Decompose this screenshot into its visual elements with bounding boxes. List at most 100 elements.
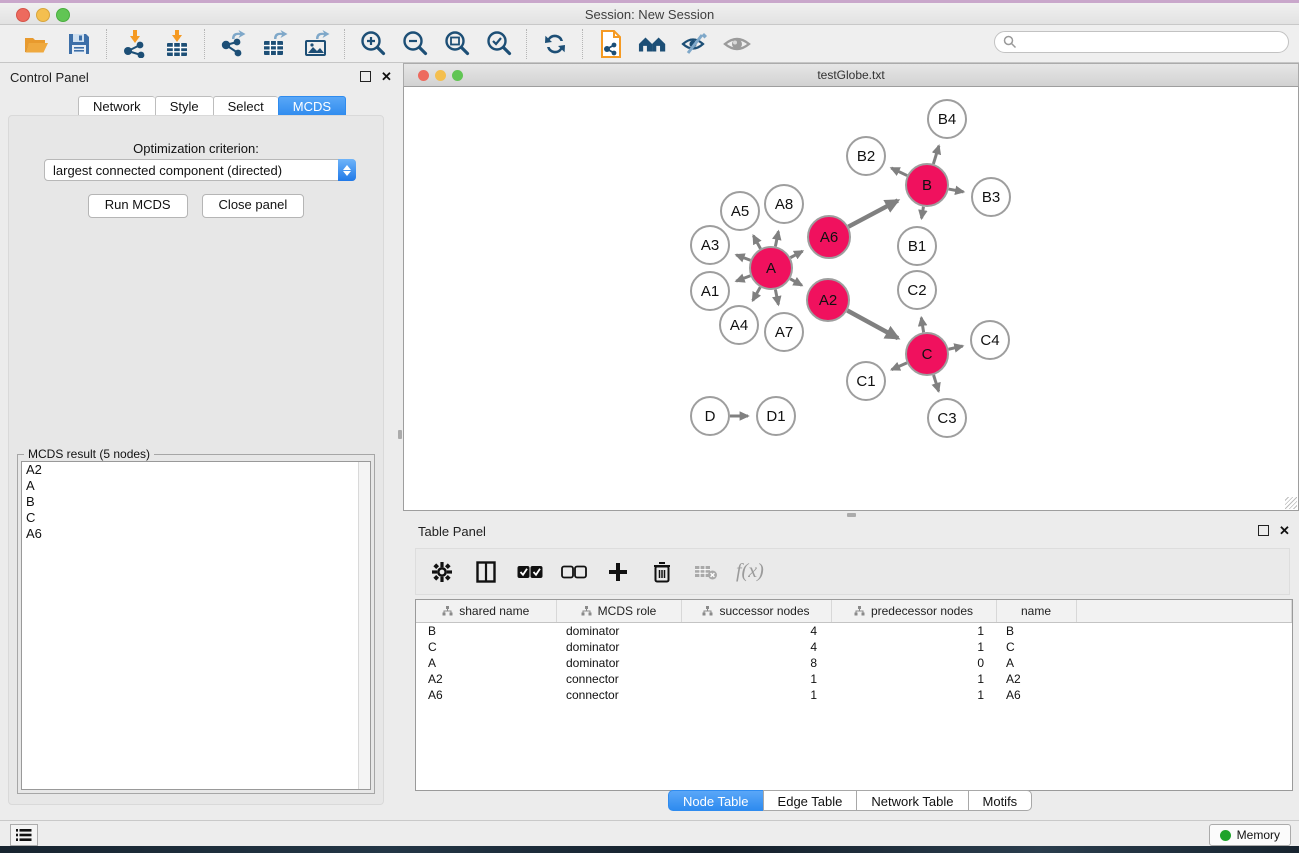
close-panel-icon[interactable]: ✕ [381,72,392,82]
import-table-icon[interactable] [162,29,192,59]
col-mcds-role[interactable]: MCDS role [556,600,681,623]
tab-select[interactable]: Select [213,96,278,117]
col-filler [1076,600,1292,623]
float-table-panel-icon[interactable] [1258,525,1269,536]
hierarchy-icon [854,606,865,616]
graph-node-label: A1 [701,283,719,300]
graph-edge[interactable] [775,231,778,246]
col-predecessor-nodes[interactable]: predecessor nodes [831,600,996,623]
add-column-icon[interactable] [604,558,632,586]
graph-edge[interactable] [847,311,898,339]
zoom-in-icon[interactable] [358,29,388,59]
app-titlebar: Session: New Session [0,3,1299,25]
close-panel-button[interactable]: Close panel [202,194,305,218]
show-grid-icon[interactable] [638,29,668,59]
graph-edge[interactable] [753,236,760,249]
col-successor-nodes[interactable]: successor nodes [681,600,831,623]
tab-network[interactable]: Network [78,96,155,117]
node-table[interactable]: shared name MCDS role successor nodes pr… [415,599,1293,791]
export-image-icon[interactable] [302,29,332,59]
tab-edge-table[interactable]: Edge Table [763,790,857,811]
run-mcds-button[interactable]: Run MCDS [88,194,188,218]
cytoscape-app: Session: New Session [0,0,1299,853]
table-row[interactable]: Cdominator41C [416,639,1292,655]
graph-node-label: C [922,346,933,363]
col-shared-name[interactable]: shared name [416,600,556,623]
table-row[interactable]: Bdominator41B [416,623,1292,640]
tab-network-table[interactable]: Network Table [856,790,967,811]
mcds-result-item[interactable]: A [22,478,370,494]
zoom-fit-icon[interactable] [442,29,472,59]
function-builder-icon[interactable]: f(x) [736,560,764,583]
mcds-panel: Optimization criterion: largest connecte… [8,115,384,805]
graph-node-label: B3 [982,189,1000,206]
show-columns-icon[interactable] [472,558,500,586]
graph-edge[interactable] [949,189,964,192]
tab-style[interactable]: Style [155,96,213,117]
mcds-result-item[interactable]: A2 [22,462,370,478]
table-mode-gear-icon[interactable] [428,558,456,586]
export-network-icon[interactable] [218,29,248,59]
mcds-result-list[interactable]: A2ABCA6 [21,461,371,790]
graph-edge[interactable] [922,207,924,219]
graph-edge[interactable] [753,287,761,300]
graph-edge[interactable] [848,200,897,226]
float-panel-icon[interactable] [360,71,371,82]
tab-motifs[interactable]: Motifs [968,790,1033,811]
new-network-from-selection-icon[interactable] [596,29,626,59]
graph-edge[interactable] [948,346,962,349]
search-input[interactable] [1017,34,1271,50]
network-canvas[interactable]: AA1A2A3A4A5A6A7A8BB1B2B3B4CC1C2C3C4DD1 [403,87,1299,511]
graph-edge[interactable] [736,255,750,260]
criterion-dropdown[interactable]: largest connected component (directed) [44,159,356,181]
delete-table-icon[interactable] [692,558,720,586]
list-icon [16,828,32,842]
hide-selected-icon[interactable] [680,29,710,59]
graph-edge[interactable] [775,290,778,305]
show-all-icon[interactable] [722,29,752,59]
graph-edge[interactable] [934,375,939,391]
table-header-row[interactable]: shared name MCDS role successor nodes pr… [416,600,1292,623]
resize-grip-icon[interactable] [1285,497,1297,509]
graph-edge[interactable] [736,276,750,281]
mcds-result-item[interactable]: A6 [22,526,370,542]
mcds-result-item[interactable]: B [22,494,370,510]
open-folder-icon[interactable] [22,29,52,59]
memory-button[interactable]: Memory [1209,824,1291,846]
zoom-selected-icon[interactable] [484,29,514,59]
save-icon[interactable] [64,29,94,59]
select-all-icon[interactable] [516,558,544,586]
col-name[interactable]: name [996,600,1076,623]
close-table-panel-icon[interactable]: ✕ [1279,526,1290,536]
tab-mcds[interactable]: MCDS [278,96,346,117]
delete-columns-icon[interactable] [648,558,676,586]
graph-edge[interactable] [933,146,938,164]
graph-edge[interactable] [921,318,923,333]
refresh-icon[interactable] [540,29,570,59]
zoom-out-icon[interactable] [400,29,430,59]
graph-edge[interactable] [790,279,802,286]
graph-node-label: A6 [820,229,838,246]
table-row[interactable]: A6connector11A6 [416,687,1292,703]
show-log-button[interactable] [10,824,38,846]
import-network-icon[interactable] [120,29,150,59]
dropdown-stepper-icon [338,159,356,181]
horizontal-splitter-handle[interactable] [847,513,856,517]
table-row[interactable]: A2connector11A2 [416,671,1292,687]
memory-status-icon [1220,830,1231,841]
tab-node-table[interactable]: Node Table [668,790,763,811]
status-bar: Memory [0,820,1299,847]
table-toolbar: f(x) [415,548,1290,595]
vertical-splitter-handle[interactable] [398,430,402,439]
deselect-all-icon[interactable] [560,558,588,586]
graph-edge[interactable] [892,363,907,370]
list-scrollbar[interactable] [358,462,370,789]
export-table-icon[interactable] [260,29,290,59]
graph-edge[interactable] [790,251,802,257]
network-window-titlebar[interactable]: testGlobe.txt [403,63,1299,87]
mcds-result-legend: MCDS result (5 nodes) [24,447,154,461]
graph-edge[interactable] [891,168,907,176]
mcds-result-item[interactable]: C [22,510,370,526]
search-field[interactable] [994,31,1289,53]
table-row[interactable]: Adominator80A [416,655,1292,671]
